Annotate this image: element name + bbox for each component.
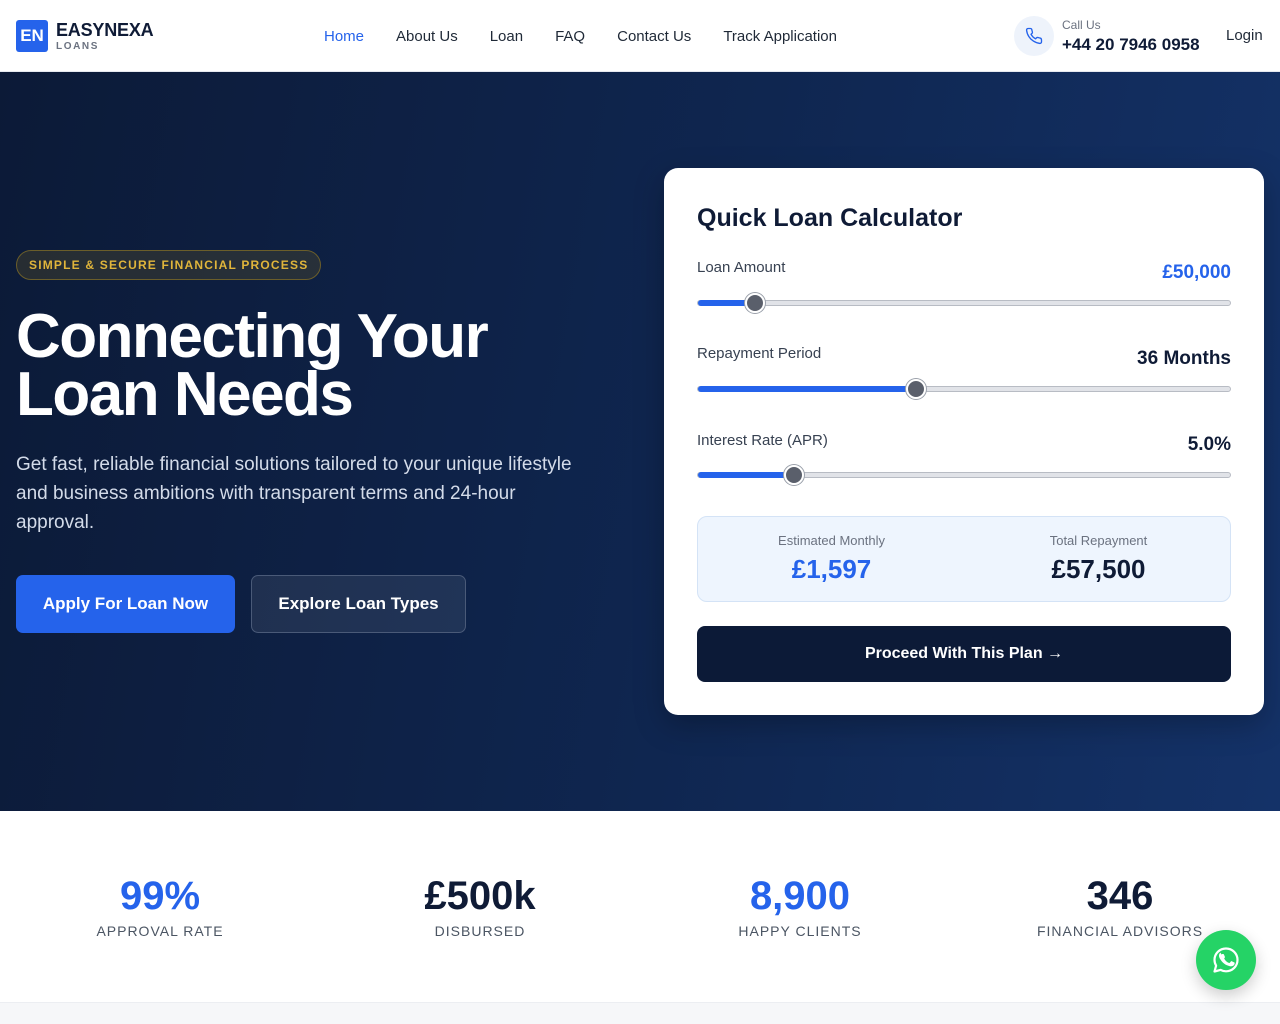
- interest-rate-label: Interest Rate (APR): [697, 432, 828, 449]
- phone-icon: [1014, 16, 1054, 56]
- login-link[interactable]: Login: [1226, 27, 1263, 44]
- whatsapp-icon: [1213, 947, 1239, 973]
- estimated-monthly-value: £1,597: [791, 554, 872, 584]
- stat-value: 99%: [119, 874, 201, 918]
- interest-rate-value: 5.0%: [1187, 434, 1231, 455]
- repayment-period-slider[interactable]: [697, 379, 1231, 399]
- hero-section: SIMPLE & SECURE FINANCIAL PROCESS Connec…: [0, 72, 1280, 811]
- repayment-period-slider-thumb[interactable]: [906, 379, 927, 399]
- brand-name: EASYNEXA: [56, 19, 154, 40]
- call-label: Call Us: [1062, 18, 1101, 32]
- repayment-period-value: 36 Months: [1137, 348, 1231, 369]
- next-section-edge: [0, 1002, 1280, 1024]
- stats-section: 99% APPROVAL RATE £500k DISBURSED 8,900 …: [0, 811, 1280, 1002]
- hero-badge: SIMPLE & SECURE FINANCIAL PROCESS: [16, 250, 322, 280]
- repayment-summary: Estimated Monthly £1,597 Total Repayment…: [697, 516, 1231, 602]
- stat-approval-rate: 99% APPROVAL RATE: [0, 875, 320, 939]
- hero-title-line-2: Loan Needs: [16, 360, 354, 429]
- estimated-monthly-label: Estimated Monthly: [778, 533, 885, 548]
- interest-rate-slider[interactable]: [697, 465, 1231, 485]
- hero-description: Get fast, reliable financial solutions t…: [16, 454, 572, 533]
- stat-value: £500k: [424, 874, 536, 918]
- call-number[interactable]: +44 20 7946 0958: [1062, 36, 1200, 53]
- nav-faq[interactable]: FAQ: [539, 28, 601, 45]
- total-repayment-value: £57,500: [1051, 554, 1146, 584]
- call-text: Call Us +44 20 7946 0958: [1062, 19, 1200, 53]
- interest-rate-slider-thumb[interactable]: [783, 465, 804, 485]
- interest-rate-slider-fill: [698, 472, 794, 478]
- nav-home[interactable]: Home: [308, 28, 380, 45]
- nav-track-application[interactable]: Track Application: [707, 28, 853, 45]
- stat-disbursed: £500k DISBURSED: [320, 875, 640, 939]
- nav-contact-us[interactable]: Contact Us: [601, 28, 707, 45]
- navbar: EN EASYNEXA LOANS Home About Us Loan FAQ…: [0, 0, 1280, 72]
- total-repayment: Total Repayment £57,500: [965, 517, 1232, 603]
- nav-about-us[interactable]: About Us: [380, 28, 474, 45]
- calculator-title: Quick Loan Calculator: [697, 204, 963, 232]
- brand-sub: LOANS: [56, 40, 99, 52]
- estimated-monthly: Estimated Monthly £1,597: [698, 517, 965, 603]
- loan-amount-value: £50,000: [1162, 262, 1231, 283]
- stat-label: APPROVAL RATE: [96, 923, 224, 939]
- hero-title: Connecting Your Loan Needs: [16, 306, 616, 426]
- loan-calculator-card: Quick Loan Calculator Loan Amount £50,00…: [664, 168, 1264, 715]
- logo-mark: EN: [16, 20, 48, 52]
- call-us-block[interactable]: Call Us +44 20 7946 0958: [1014, 16, 1200, 56]
- stat-label: DISBURSED: [434, 923, 526, 939]
- stat-label: HAPPY CLIENTS: [738, 923, 862, 939]
- whatsapp-chat-button[interactable]: [1196, 930, 1256, 990]
- main-nav: Home About Us Loan FAQ Contact Us Track …: [308, 0, 853, 72]
- total-repayment-label: Total Repayment: [1049, 533, 1148, 548]
- loan-amount-slider-thumb[interactable]: [744, 293, 765, 313]
- proceed-with-plan-button[interactable]: Proceed With This Plan →: [697, 626, 1231, 682]
- apply-for-loan-button[interactable]: Apply For Loan Now: [16, 575, 235, 633]
- repayment-period-label: Repayment Period: [697, 345, 822, 362]
- explore-loan-types-button[interactable]: Explore Loan Types: [251, 575, 466, 633]
- loan-amount-slider[interactable]: [697, 293, 1231, 313]
- brand-logo[interactable]: EN EASYNEXA LOANS: [16, 19, 154, 52]
- stat-financial-advisors: 346 FINANCIAL ADVISORS: [960, 875, 1280, 939]
- loan-amount-label: Loan Amount: [697, 259, 786, 276]
- stat-happy-clients: 8,900 HAPPY CLIENTS: [640, 875, 960, 939]
- brand-text: EASYNEXA LOANS: [56, 19, 154, 52]
- repayment-period-slider-fill: [698, 386, 917, 392]
- stat-value: 346: [1086, 874, 1154, 918]
- nav-loan[interactable]: Loan: [474, 28, 539, 45]
- stat-value: 8,900: [749, 874, 851, 918]
